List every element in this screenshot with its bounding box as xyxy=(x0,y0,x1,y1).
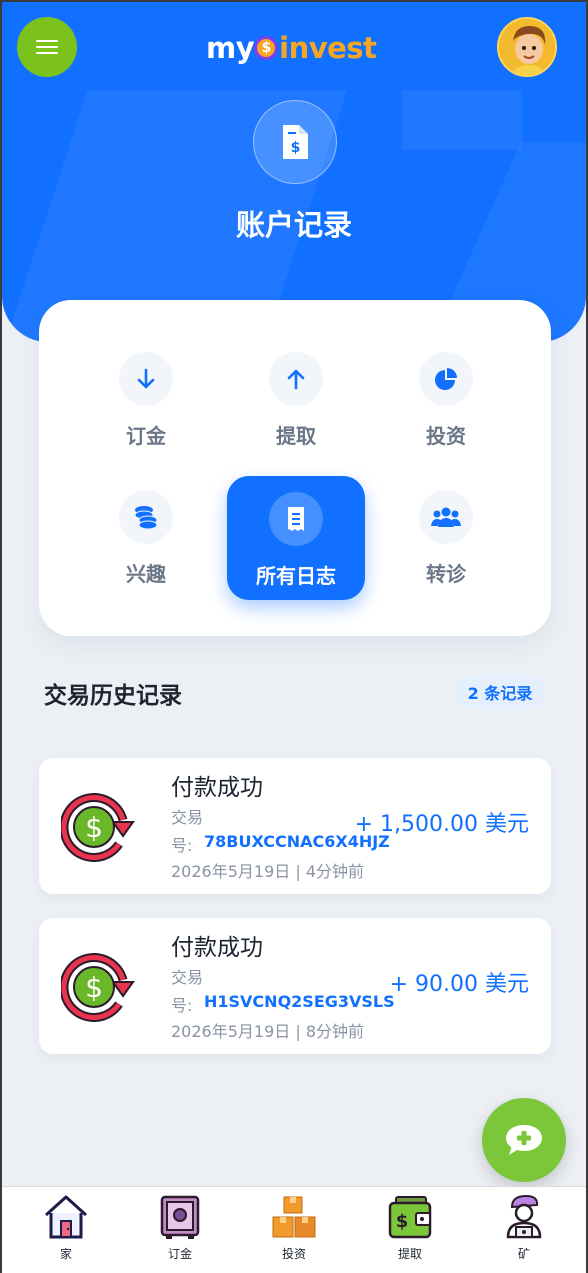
transaction-title: 付款成功 xyxy=(171,935,263,961)
arrow-up-icon xyxy=(269,352,323,406)
tab-interest[interactable]: 兴趣 xyxy=(77,490,215,614)
boxes-icon xyxy=(272,1196,316,1238)
chat-support-button[interactable] xyxy=(482,1098,566,1182)
transaction-label: 号: xyxy=(171,836,193,855)
transaction-title: 付款成功 xyxy=(171,775,263,801)
home-icon xyxy=(44,1195,88,1239)
nav-label: 矿 xyxy=(517,1247,530,1261)
svg-text:$: $ xyxy=(291,140,301,156)
tab-deposit[interactable]: 订金 xyxy=(77,352,215,476)
tab-investment[interactable]: 投资 xyxy=(377,352,515,476)
header-decoration xyxy=(402,90,522,150)
svg-text:$: $ xyxy=(85,971,103,1004)
nav-withdraw[interactable]: $ 提取 xyxy=(370,1193,450,1269)
miner-icon xyxy=(506,1194,542,1239)
nav-mining[interactable]: 矿 xyxy=(484,1193,564,1269)
tab-label: 所有日志 xyxy=(256,564,336,588)
wallet-icon: $ xyxy=(388,1196,432,1239)
page-title: 账户记录 xyxy=(235,208,352,242)
tab-withdraw[interactable]: 提取 xyxy=(227,352,365,476)
transaction-amount: + 90.00 美元 xyxy=(389,972,529,997)
nav-label: 家 xyxy=(59,1247,72,1261)
transaction-id: H1SVCNQ2SEG3VSLS xyxy=(204,992,395,1011)
tab-label: 订金 xyxy=(126,424,166,448)
nav-deposit[interactable]: 订金 xyxy=(140,1193,220,1269)
section-title: 交易历史记录 xyxy=(44,683,182,709)
nav-home[interactable]: 家 xyxy=(26,1193,106,1269)
nav-label: 订金 xyxy=(167,1247,192,1261)
transaction-date: 2026年5月19日 | 8分钟前 xyxy=(171,1022,365,1041)
logo-text-invest: invest xyxy=(279,31,377,65)
avatar[interactable] xyxy=(497,17,557,77)
app-logo[interactable]: my $ invest xyxy=(206,28,377,68)
transaction-amount: + 1,500.00 美元 xyxy=(354,812,529,837)
pie-chart-icon xyxy=(419,352,473,406)
nav-investment[interactable]: 投资 xyxy=(254,1193,334,1269)
users-icon xyxy=(419,490,473,544)
transaction-label: 交易 xyxy=(171,808,204,827)
transaction-label: 交易 xyxy=(171,968,204,987)
transaction-card[interactable]: $ 付款成功 交易 号: 78BUXCCNAC6X4HJZ 2026年5月19日… xyxy=(39,758,551,894)
logo-coin-icon: $ xyxy=(254,36,279,60)
header-banner: my $ invest $ 账户记录 xyxy=(2,2,586,342)
transaction-date: 2026年5月19日 | 4分钟前 xyxy=(171,862,365,881)
nav-label: 投资 xyxy=(281,1247,306,1261)
account-record-icon: $ xyxy=(253,100,337,184)
category-panel: 订金 提取 投资 兴趣 所有日志 转诊 xyxy=(39,300,551,636)
hamburger-icon xyxy=(36,40,58,42)
payment-refund-icon: $ xyxy=(59,792,135,862)
payment-refund-icon: $ xyxy=(59,952,135,1022)
chat-plus-icon xyxy=(506,1125,542,1155)
hamburger-icon xyxy=(36,46,58,48)
svg-text:$: $ xyxy=(396,1211,409,1232)
tab-label: 投资 xyxy=(426,424,466,448)
safe-icon xyxy=(160,1195,200,1239)
record-count-badge: 2 条记录 xyxy=(454,674,546,710)
nav-label: 提取 xyxy=(397,1247,422,1261)
receipt-icon xyxy=(269,492,323,546)
arrow-down-icon xyxy=(119,352,173,406)
tab-label: 兴趣 xyxy=(126,562,166,586)
tab-label: 转诊 xyxy=(426,562,466,586)
avatar-image xyxy=(499,19,555,75)
transaction-card[interactable]: $ 付款成功 交易 号: H1SVCNQ2SEG3VSLS 2026年5月19日… xyxy=(39,918,551,1054)
tab-all-logs[interactable]: 所有日志 xyxy=(227,476,365,600)
transaction-label: 号: xyxy=(171,996,193,1015)
logo-text-my: my xyxy=(206,31,255,65)
svg-text:$: $ xyxy=(85,811,103,844)
menu-button[interactable] xyxy=(17,17,77,77)
hamburger-icon xyxy=(36,52,58,54)
tab-referral[interactable]: 转诊 xyxy=(377,490,515,614)
bottom-navigation: 家 订金 投资 $ 提取 矿 xyxy=(2,1186,586,1273)
tab-label: 提取 xyxy=(276,424,316,448)
coins-icon xyxy=(119,490,173,544)
